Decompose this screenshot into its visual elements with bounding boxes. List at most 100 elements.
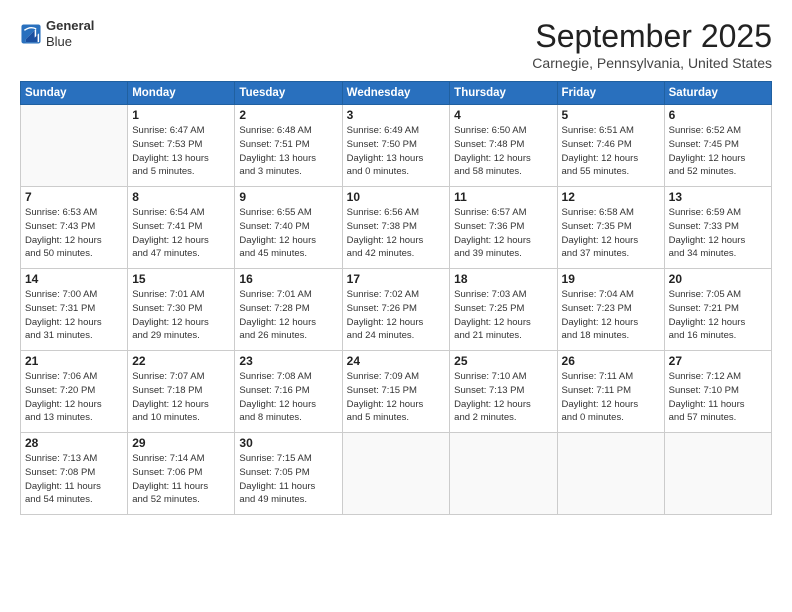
day-info: Sunrise: 7:15 AMSunset: 7:05 PMDaylight:… [239,452,337,507]
page-header: General Blue September 2025 Carnegie, Pe… [20,18,772,71]
calendar-cell: 29 Sunrise: 7:14 AMSunset: 7:06 PMDayligh… [128,433,235,515]
calendar-cell [557,433,664,515]
day-info: Sunrise: 7:01 AMSunset: 7:30 PMDaylight:… [132,288,230,343]
col-header-saturday: Saturday [664,82,771,105]
calendar-cell [450,433,557,515]
logo-blue: Blue [46,34,94,50]
col-header-sunday: Sunday [21,82,128,105]
calendar-cell: 26Sunrise: 7:11 AMSunset: 7:11 PMDayligh… [557,351,664,433]
day-info: Sunrise: 6:52 AMSunset: 7:45 PMDaylight:… [669,124,767,179]
calendar-cell: 28 Sunrise: 7:13 AMSunset: 7:08 PMDayligh… [21,433,128,515]
calendar-cell: 5 Sunrise: 6:51 AMSunset: 7:46 PMDaylight… [557,105,664,187]
day-info: Sunrise: 6:56 AMSunset: 7:38 PMDaylight:… [347,206,446,261]
calendar-week-4: 28 Sunrise: 7:13 AMSunset: 7:08 PMDayligh… [21,433,772,515]
calendar-cell: 25Sunrise: 7:10 AMSunset: 7:13 PMDayligh… [450,351,557,433]
col-header-wednesday: Wednesday [342,82,450,105]
day-number: 19 [562,272,660,286]
day-info: Sunrise: 6:59 AMSunset: 7:33 PMDaylight:… [669,206,767,261]
calendar-week-0: 1 Sunrise: 6:47 AMSunset: 7:53 PMDaylight… [21,105,772,187]
col-header-thursday: Thursday [450,82,557,105]
day-info: Sunrise: 6:58 AMSunset: 7:35 PMDaylight:… [562,206,660,261]
day-info: Sunrise: 7:04 AMSunset: 7:23 PMDaylight:… [562,288,660,343]
day-number: 13 [669,190,767,204]
day-number: 11 [454,190,552,204]
calendar-cell: 14Sunrise: 7:00 AMSunset: 7:31 PMDayligh… [21,269,128,351]
day-number: 23 [239,354,337,368]
logo-general: General [46,18,94,34]
calendar-cell: 4 Sunrise: 6:50 AMSunset: 7:48 PMDaylight… [450,105,557,187]
day-number: 2 [239,108,337,122]
calendar-week-3: 21Sunrise: 7:06 AMSunset: 7:20 PMDayligh… [21,351,772,433]
day-number: 5 [562,108,660,122]
day-number: 25 [454,354,552,368]
day-info: Sunrise: 6:51 AMSunset: 7:46 PMDaylight:… [562,124,660,179]
day-info: Sunrise: 6:49 AMSunset: 7:50 PMDaylight:… [347,124,446,179]
calendar-cell: 17 Sunrise: 7:02 AMSunset: 7:26 PMDayligh… [342,269,450,351]
day-info: Sunrise: 6:55 AMSunset: 7:40 PMDaylight:… [239,206,337,261]
day-number: 16 [239,272,337,286]
day-number: 21 [25,354,123,368]
day-number: 8 [132,190,230,204]
day-number: 4 [454,108,552,122]
calendar-cell [664,433,771,515]
calendar-cell: 16Sunrise: 7:01 AMSunset: 7:28 PMDayligh… [235,269,342,351]
day-number: 9 [239,190,337,204]
col-header-tuesday: Tuesday [235,82,342,105]
day-info: Sunrise: 7:08 AMSunset: 7:16 PMDaylight:… [239,370,337,425]
day-number: 6 [669,108,767,122]
month-title: September 2025 [532,18,772,55]
day-number: 14 [25,272,123,286]
title-block: September 2025 Carnegie, Pennsylvania, U… [532,18,772,71]
day-number: 30 [239,436,337,450]
day-number: 26 [562,354,660,368]
day-info: Sunrise: 6:53 AMSunset: 7:43 PMDaylight:… [25,206,123,261]
calendar-cell: 22Sunrise: 7:07 AMSunset: 7:18 PMDayligh… [128,351,235,433]
calendar-cell: 27Sunrise: 7:12 AMSunset: 7:10 PMDayligh… [664,351,771,433]
day-info: Sunrise: 6:47 AMSunset: 7:53 PMDaylight:… [132,124,230,179]
calendar-cell: 24Sunrise: 7:09 AMSunset: 7:15 PMDayligh… [342,351,450,433]
day-info: Sunrise: 7:12 AMSunset: 7:10 PMDaylight:… [669,370,767,425]
calendar-cell: 13 Sunrise: 6:59 AMSunset: 7:33 PMDayligh… [664,187,771,269]
calendar-cell: 20Sunrise: 7:05 AMSunset: 7:21 PMDayligh… [664,269,771,351]
calendar-cell: 9 Sunrise: 6:55 AMSunset: 7:40 PMDaylight… [235,187,342,269]
calendar-week-2: 14Sunrise: 7:00 AMSunset: 7:31 PMDayligh… [21,269,772,351]
day-info: Sunrise: 6:50 AMSunset: 7:48 PMDaylight:… [454,124,552,179]
calendar-header-row: SundayMondayTuesdayWednesdayThursdayFrid… [21,82,772,105]
day-number: 17 [347,272,446,286]
day-number: 7 [25,190,123,204]
day-info: Sunrise: 6:54 AMSunset: 7:41 PMDaylight:… [132,206,230,261]
calendar-cell: 19 Sunrise: 7:04 AMSunset: 7:23 PMDayligh… [557,269,664,351]
day-info: Sunrise: 6:57 AMSunset: 7:36 PMDaylight:… [454,206,552,261]
calendar-week-1: 7 Sunrise: 6:53 AMSunset: 7:43 PMDaylight… [21,187,772,269]
logo-icon [20,23,42,45]
location: Carnegie, Pennsylvania, United States [532,55,772,71]
calendar-cell: 15 Sunrise: 7:01 AMSunset: 7:30 PMDayligh… [128,269,235,351]
calendar-cell: 1 Sunrise: 6:47 AMSunset: 7:53 PMDaylight… [128,105,235,187]
day-number: 15 [132,272,230,286]
logo: General Blue [20,18,94,49]
calendar-table: SundayMondayTuesdayWednesdayThursdayFrid… [20,81,772,515]
col-header-friday: Friday [557,82,664,105]
day-number: 1 [132,108,230,122]
day-number: 3 [347,108,446,122]
day-info: Sunrise: 7:14 AMSunset: 7:06 PMDaylight:… [132,452,230,507]
calendar-cell: 2Sunrise: 6:48 AMSunset: 7:51 PMDaylight… [235,105,342,187]
day-number: 18 [454,272,552,286]
day-info: Sunrise: 7:13 AMSunset: 7:08 PMDaylight:… [25,452,123,507]
calendar-cell: 8 Sunrise: 6:54 AMSunset: 7:41 PMDaylight… [128,187,235,269]
calendar-cell: 21Sunrise: 7:06 AMSunset: 7:20 PMDayligh… [21,351,128,433]
calendar-cell: 6 Sunrise: 6:52 AMSunset: 7:45 PMDaylight… [664,105,771,187]
calendar-cell: 18Sunrise: 7:03 AMSunset: 7:25 PMDayligh… [450,269,557,351]
day-info: Sunrise: 7:02 AMSunset: 7:26 PMDaylight:… [347,288,446,343]
day-number: 12 [562,190,660,204]
day-info: Sunrise: 7:07 AMSunset: 7:18 PMDaylight:… [132,370,230,425]
day-number: 29 [132,436,230,450]
day-info: Sunrise: 7:09 AMSunset: 7:15 PMDaylight:… [347,370,446,425]
calendar-cell: 10 Sunrise: 6:56 AMSunset: 7:38 PMDayligh… [342,187,450,269]
day-number: 28 [25,436,123,450]
day-number: 20 [669,272,767,286]
day-number: 10 [347,190,446,204]
calendar-cell: 3 Sunrise: 6:49 AMSunset: 7:50 PMDaylight… [342,105,450,187]
col-header-monday: Monday [128,82,235,105]
calendar-cell: 11 Sunrise: 6:57 AMSunset: 7:36 PMDayligh… [450,187,557,269]
